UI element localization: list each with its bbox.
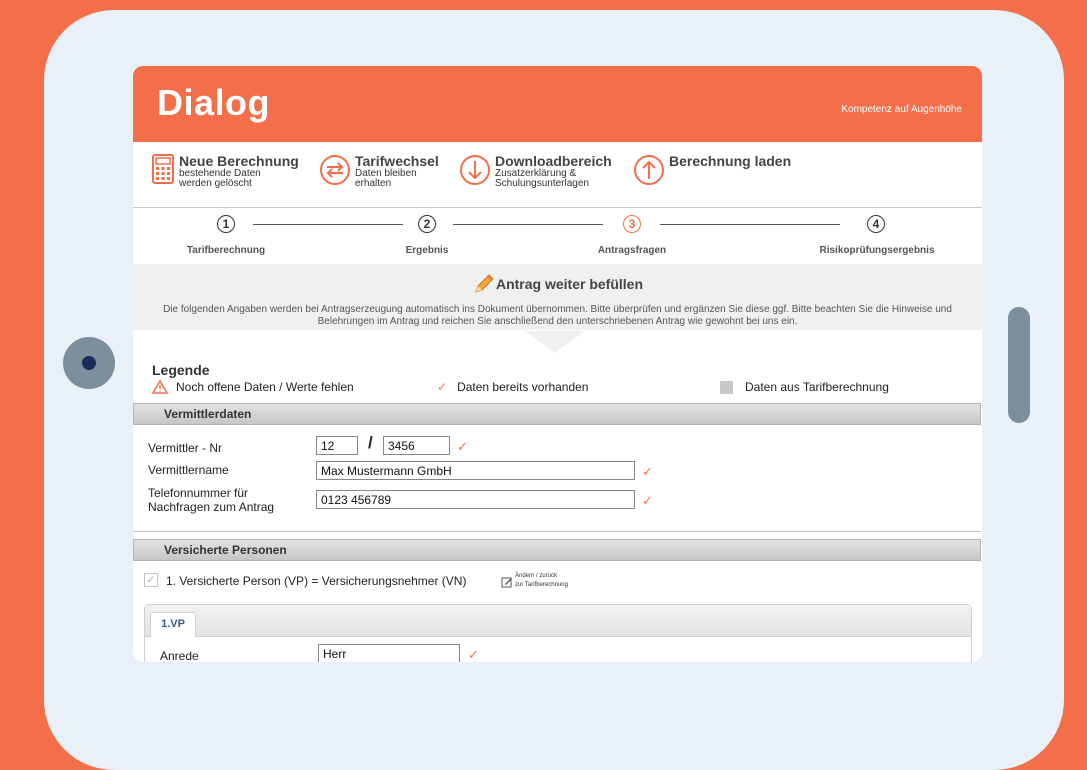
- tab-1vp[interactable]: 1.VP: [150, 612, 196, 637]
- download-area-button[interactable]: Downloadbereich Zusatzerklärung & Schulu…: [459, 154, 612, 189]
- brand-tagline: Kompetenz auf Augenhöhe: [841, 104, 962, 115]
- step-connector: [453, 224, 603, 225]
- section-vermittlerdaten[interactable]: Vermittlerdaten: [133, 403, 981, 425]
- legend-title: Legende: [152, 362, 210, 378]
- down-arrow-icon: [525, 331, 585, 353]
- intro-panel: Antrag weiter befüllen Die folgenden Ang…: [133, 264, 982, 330]
- change-back-link[interactable]: Ändern / zurück zur Tarifberechnung: [501, 572, 568, 590]
- nav-sub: werden gelöscht: [179, 178, 252, 189]
- legend-missing: Noch offene Daten / Werte fehlen: [152, 380, 354, 394]
- nr-separator: /: [368, 433, 373, 452]
- vermittler-nr-part2-input[interactable]: [383, 436, 450, 455]
- brand-logo: Dialog: [157, 82, 271, 123]
- check-icon: ✓: [642, 493, 653, 508]
- pencil-icon: [475, 274, 494, 293]
- anrede-label: Anrede: [160, 649, 199, 662]
- change-line2: zur Tarifberechnung: [515, 582, 568, 588]
- vp-label: 1. Versicherte Person (VP) = Versicherun…: [166, 574, 467, 588]
- legend-from-calc-label: Daten aus Tarifberechnung: [745, 380, 889, 394]
- step-connector: [660, 224, 840, 225]
- step-3-label: Antragsfragen: [597, 245, 667, 256]
- exchange-icon: [320, 155, 350, 185]
- check-icon: ✓: [457, 439, 468, 454]
- step-connector: [253, 224, 403, 225]
- upload-icon: [634, 155, 664, 185]
- vermittler-nr-part1-input[interactable]: [316, 436, 358, 455]
- nav-sub: erhalten: [355, 178, 392, 189]
- telefon-label-line1: Telefonnummer für: [148, 486, 249, 500]
- tab-strip: 1.VP: [145, 605, 971, 637]
- divider: [133, 531, 981, 532]
- camera-lens: [82, 356, 96, 370]
- step-4-number[interactable]: 4: [867, 215, 885, 233]
- legend-missing-label: Noch offene Daten / Werte fehlen: [176, 380, 354, 394]
- nav-title: Tarifwechsel: [355, 153, 439, 169]
- edit-icon: [501, 577, 512, 588]
- check-icon: ✓: [642, 464, 653, 479]
- tariff-switch-button[interactable]: Tarifwechsel Daten bleiben erhalten: [319, 154, 439, 189]
- legend-present-label: Daten bereits vorhanden: [457, 380, 589, 394]
- check-icon: ✓: [468, 647, 479, 662]
- change-line1: Ändern / zurück: [515, 573, 558, 579]
- check-icon: ✓: [437, 380, 448, 394]
- warning-icon: [152, 380, 168, 394]
- legend: Legende Noch offene Daten / Werte fehlen…: [133, 356, 982, 400]
- nav-title: Neue Berechnung: [179, 153, 299, 169]
- section-versicherte-personen[interactable]: Versicherte Personen: [133, 539, 981, 561]
- anrede-select[interactable]: [318, 644, 460, 662]
- person-tabs: 1.VP Anrede ✓: [144, 604, 972, 662]
- legend-from-calc: Daten aus Tarifberechnung: [720, 380, 889, 394]
- action-nav: Neue Berechnung bestehende Daten werden …: [133, 142, 982, 208]
- camera: [63, 337, 115, 389]
- vermittlername-label: Vermittlername: [148, 463, 229, 477]
- new-calculation-button[interactable]: Neue Berechnung bestehende Daten werden …: [151, 154, 299, 189]
- step-3-number[interactable]: 3: [623, 215, 641, 233]
- step-2-label: Ergebnis: [405, 245, 449, 256]
- calculator-icon: [152, 154, 174, 184]
- nav-title: Downloadbereich: [495, 153, 612, 169]
- load-calculation-button[interactable]: Berechnung laden: [633, 154, 791, 186]
- vp-is-vn-checkbox[interactable]: ✓: [144, 573, 158, 587]
- intro-title: Antrag weiter befüllen: [495, 276, 644, 292]
- home-button[interactable]: [1008, 307, 1030, 423]
- app-screen: Dialog Kompetenz auf Augenhöhe Neue Bere…: [133, 66, 982, 662]
- progress-steps: 1 2 3 4 Tarifberechnung Ergebnis Antrags…: [133, 208, 982, 264]
- telefon-label-line2: Nachfragen zum Antrag: [148, 500, 275, 514]
- telefon-input[interactable]: [316, 490, 635, 509]
- step-1-number[interactable]: 1: [217, 215, 235, 233]
- intro-text: Die folgenden Angaben werden bei Antrags…: [163, 304, 952, 327]
- step-2-number[interactable]: 2: [418, 215, 436, 233]
- intro-heading: Antrag weiter befüllen: [133, 264, 982, 296]
- nav-title: Berechnung laden: [669, 153, 792, 169]
- gray-square-icon: [720, 380, 733, 394]
- legend-present: ✓ Daten bereits vorhanden: [437, 380, 588, 394]
- download-icon: [460, 155, 490, 185]
- vermittler-nr-label: Vermittler - Nr: [148, 441, 223, 455]
- vermittlername-input[interactable]: [316, 461, 635, 480]
- nav-sub: Schulungsunterlagen: [495, 178, 589, 189]
- app-header: Dialog Kompetenz auf Augenhöhe: [133, 66, 982, 142]
- step-4-label: Risikoprüfungsergebnis: [819, 245, 935, 256]
- telefon-label: Telefonnummer für Nachfragen zum Antrag: [148, 486, 274, 514]
- step-1-label: Tarifberechnung: [186, 245, 266, 256]
